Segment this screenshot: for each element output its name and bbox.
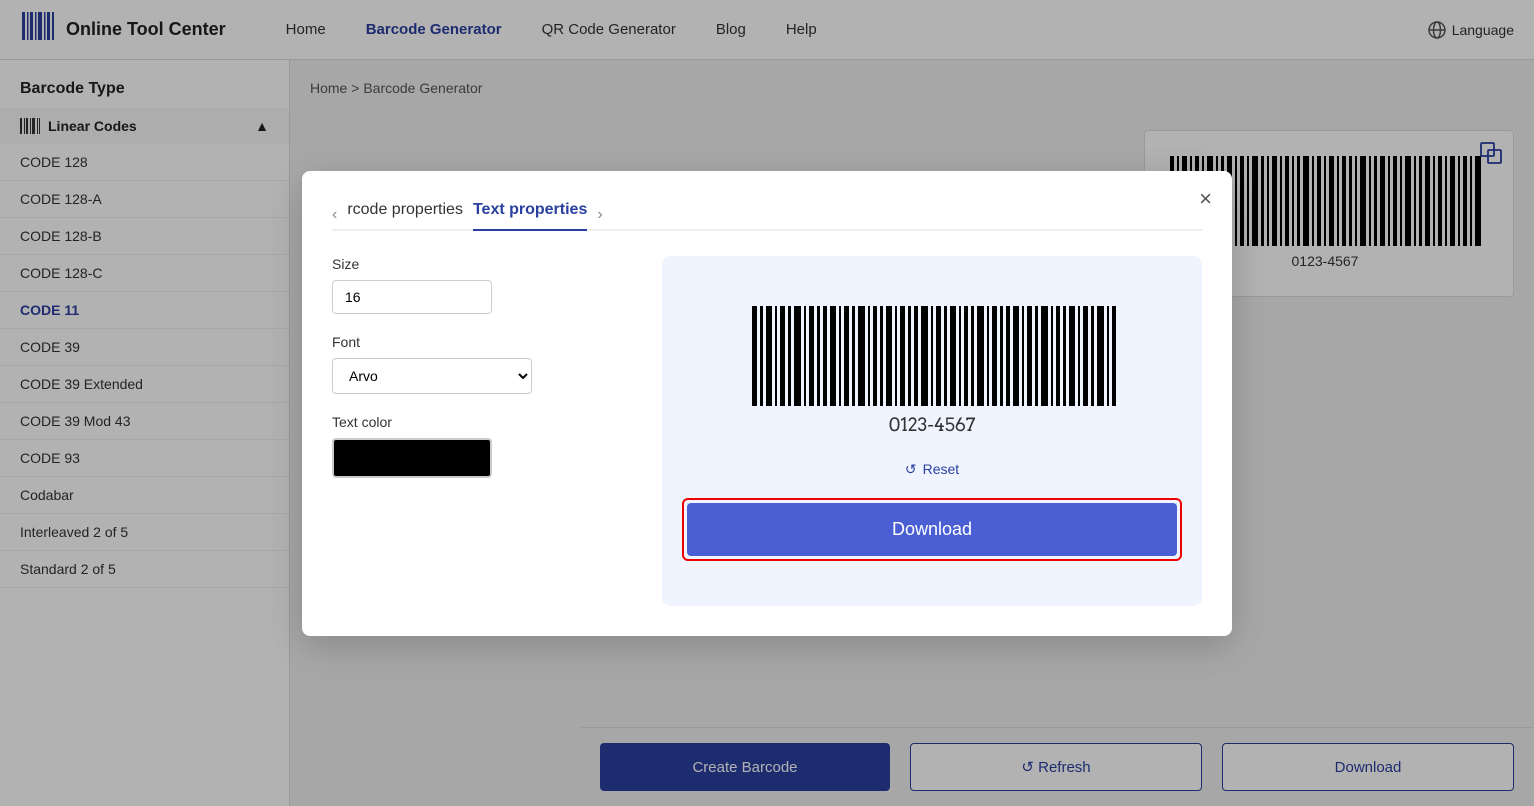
size-input[interactable] <box>333 281 492 313</box>
text-color-label: Text color <box>332 414 632 430</box>
tab-text-properties[interactable]: Text properties <box>473 201 587 231</box>
download-button-wrapper: Download <box>682 498 1182 561</box>
font-select[interactable]: Arvo Arial Helvetica Times New Roman Cou… <box>332 358 532 394</box>
text-color-form-group: Text color <box>332 414 632 478</box>
modal-close-button[interactable]: × <box>1199 186 1212 212</box>
tab-next-arrow[interactable]: › <box>597 206 602 224</box>
reset-label: Reset <box>923 461 960 477</box>
tab-barcode-properties[interactable]: rcode properties <box>347 201 463 231</box>
modal-overlay[interactable]: × ‹ rcode properties Text properties › S… <box>0 0 1534 806</box>
reset-button[interactable]: ↺ Reset <box>905 461 959 478</box>
modal-left-panel: Size ▲ ▼ Font Arvo Arial H <box>332 256 632 606</box>
font-label: Font <box>332 334 632 350</box>
reset-icon: ↺ <box>905 461 917 478</box>
tab-prev-arrow[interactable]: ‹ <box>332 206 337 224</box>
size-form-group: Size ▲ ▼ <box>332 256 632 314</box>
barcode-preview-svg: 0123-4567 <box>742 301 1122 441</box>
modal-right-panel: 0123-4567 ↺ Reset Download <box>662 256 1202 606</box>
modal-tabs: ‹ rcode properties Text properties › <box>332 201 1202 231</box>
size-label: Size <box>332 256 632 272</box>
download-modal-button[interactable]: Download <box>687 503 1177 556</box>
font-form-group: Font Arvo Arial Helvetica Times New Roma… <box>332 334 632 394</box>
text-color-swatch[interactable] <box>332 438 492 478</box>
modal-dialog: × ‹ rcode properties Text properties › S… <box>302 171 1232 636</box>
modal-body: Size ▲ ▼ Font Arvo Arial H <box>332 256 1202 606</box>
barcode-preview: 0123-4567 <box>682 301 1182 446</box>
size-input-wrapper: ▲ ▼ <box>332 280 492 314</box>
barcode-value-text: 0123-4567 <box>889 415 976 436</box>
